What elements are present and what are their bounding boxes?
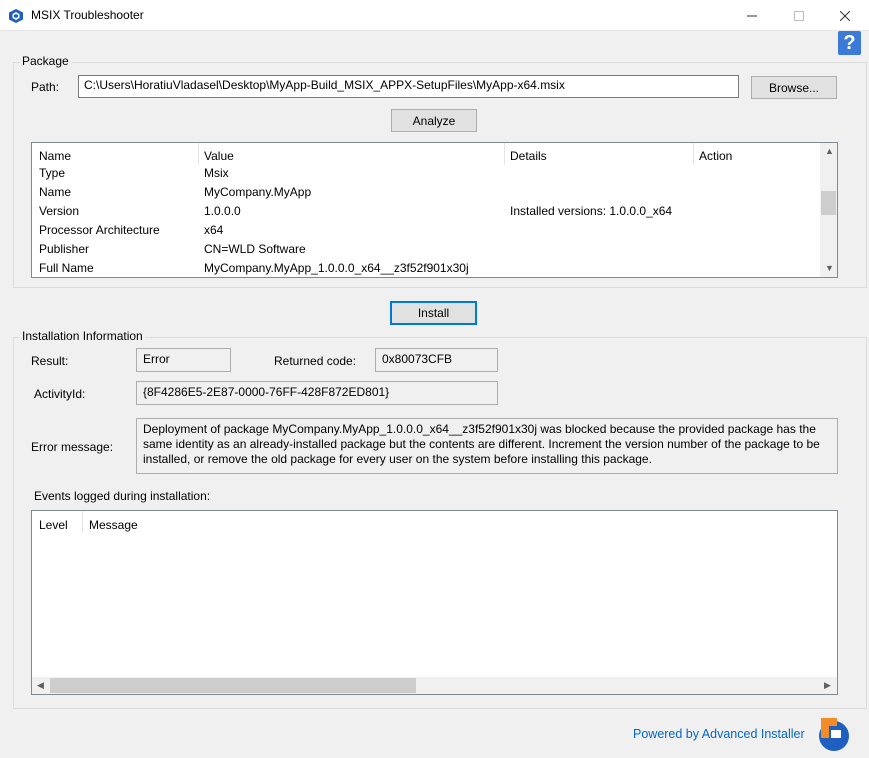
- row-version-value: 1.0.0.0: [204, 204, 241, 218]
- error-message-label: Error message:: [31, 440, 114, 454]
- installation-info-group-label: Installation Information: [20, 329, 145, 343]
- scroll-right-arrow-icon[interactable]: ▶: [824, 680, 831, 691]
- result-value: Error: [136, 348, 231, 372]
- analyze-button[interactable]: Analyze: [391, 109, 477, 132]
- activity-id-label: ActivityId:: [34, 387, 86, 401]
- package-group-label: Package: [20, 54, 71, 68]
- returned-code-label: Returned code:: [274, 354, 357, 368]
- close-icon: [840, 10, 850, 21]
- browse-button[interactable]: Browse...: [751, 76, 837, 99]
- app-icon: [9, 9, 23, 23]
- row-name-name: Name: [39, 185, 72, 199]
- minimize-icon: [747, 15, 757, 16]
- row-arch-name: Processor Architecture: [39, 223, 160, 237]
- title-bar: MSIX Troubleshooter: [0, 0, 869, 31]
- error-message-value: Deployment of package MyCompany.MyApp_1.…: [136, 418, 838, 474]
- column-header-name[interactable]: Name: [39, 149, 71, 163]
- scroll-thumb[interactable]: [821, 191, 836, 215]
- help-button[interactable]: ?: [838, 31, 861, 55]
- column-header-value[interactable]: Value: [204, 149, 234, 163]
- install-button[interactable]: Install: [390, 301, 477, 325]
- events-column-level[interactable]: Level: [39, 518, 68, 532]
- help-icon: ?: [843, 32, 856, 54]
- maximize-icon: [794, 10, 804, 21]
- column-header-details[interactable]: Details: [510, 149, 547, 163]
- row-version-name: Version: [39, 204, 80, 218]
- row-type-name: Type: [39, 166, 66, 180]
- column-header-action[interactable]: Action: [699, 149, 732, 163]
- advanced-installer-logo-icon[interactable]: [817, 716, 851, 752]
- row-type-value: Msix: [204, 166, 229, 180]
- scroll-up-arrow-icon[interactable]: ▲: [825, 146, 834, 156]
- row-publisher-name: Publisher: [39, 242, 90, 256]
- activity-id-value: {8F4286E5-2E87-0000-76FF-428F872ED801}: [136, 381, 498, 405]
- row-name-value: MyCompany.MyApp: [204, 185, 312, 199]
- path-input[interactable]: C:\Users\HoratiuVladasel\Desktop\MyApp-B…: [78, 75, 739, 98]
- row-fullname-name: Full Name: [39, 261, 94, 275]
- horizontal-scroll-thumb[interactable]: [50, 678, 416, 693]
- row-version-details: Installed versions: 1.0.0.0_x64: [510, 204, 673, 218]
- events-horizontal-scrollbar[interactable]: ◀ ▶: [32, 677, 837, 694]
- window-title: MSIX Troubleshooter: [31, 8, 144, 22]
- result-label: Result:: [31, 354, 69, 368]
- minimize-button[interactable]: [729, 0, 775, 31]
- events-column-message[interactable]: Message: [89, 518, 138, 532]
- scroll-down-arrow-icon[interactable]: ▼: [825, 263, 834, 273]
- events-label: Events logged during installation:: [34, 489, 211, 503]
- row-fullname-value: MyCompany.MyApp_1.0.0.0_x64__z3f52f901x3…: [204, 261, 469, 275]
- row-arch-value: x64: [204, 223, 224, 237]
- row-publisher-value: CN=WLD Software: [204, 242, 306, 256]
- properties-vertical-scrollbar[interactable]: ▲ ▼: [820, 143, 837, 277]
- scroll-left-arrow-icon[interactable]: ◀: [37, 680, 44, 691]
- package-properties-list[interactable]: Name Value Details Action Type Msix Name…: [31, 142, 838, 278]
- path-label: Path:: [31, 80, 60, 94]
- close-button[interactable]: [822, 0, 868, 31]
- events-list[interactable]: Level Message ◀ ▶: [31, 510, 838, 695]
- maximize-button[interactable]: [776, 0, 822, 31]
- powered-by-link[interactable]: Powered by Advanced Installer: [633, 727, 805, 741]
- returned-code-value: 0x80073CFB: [375, 348, 498, 372]
